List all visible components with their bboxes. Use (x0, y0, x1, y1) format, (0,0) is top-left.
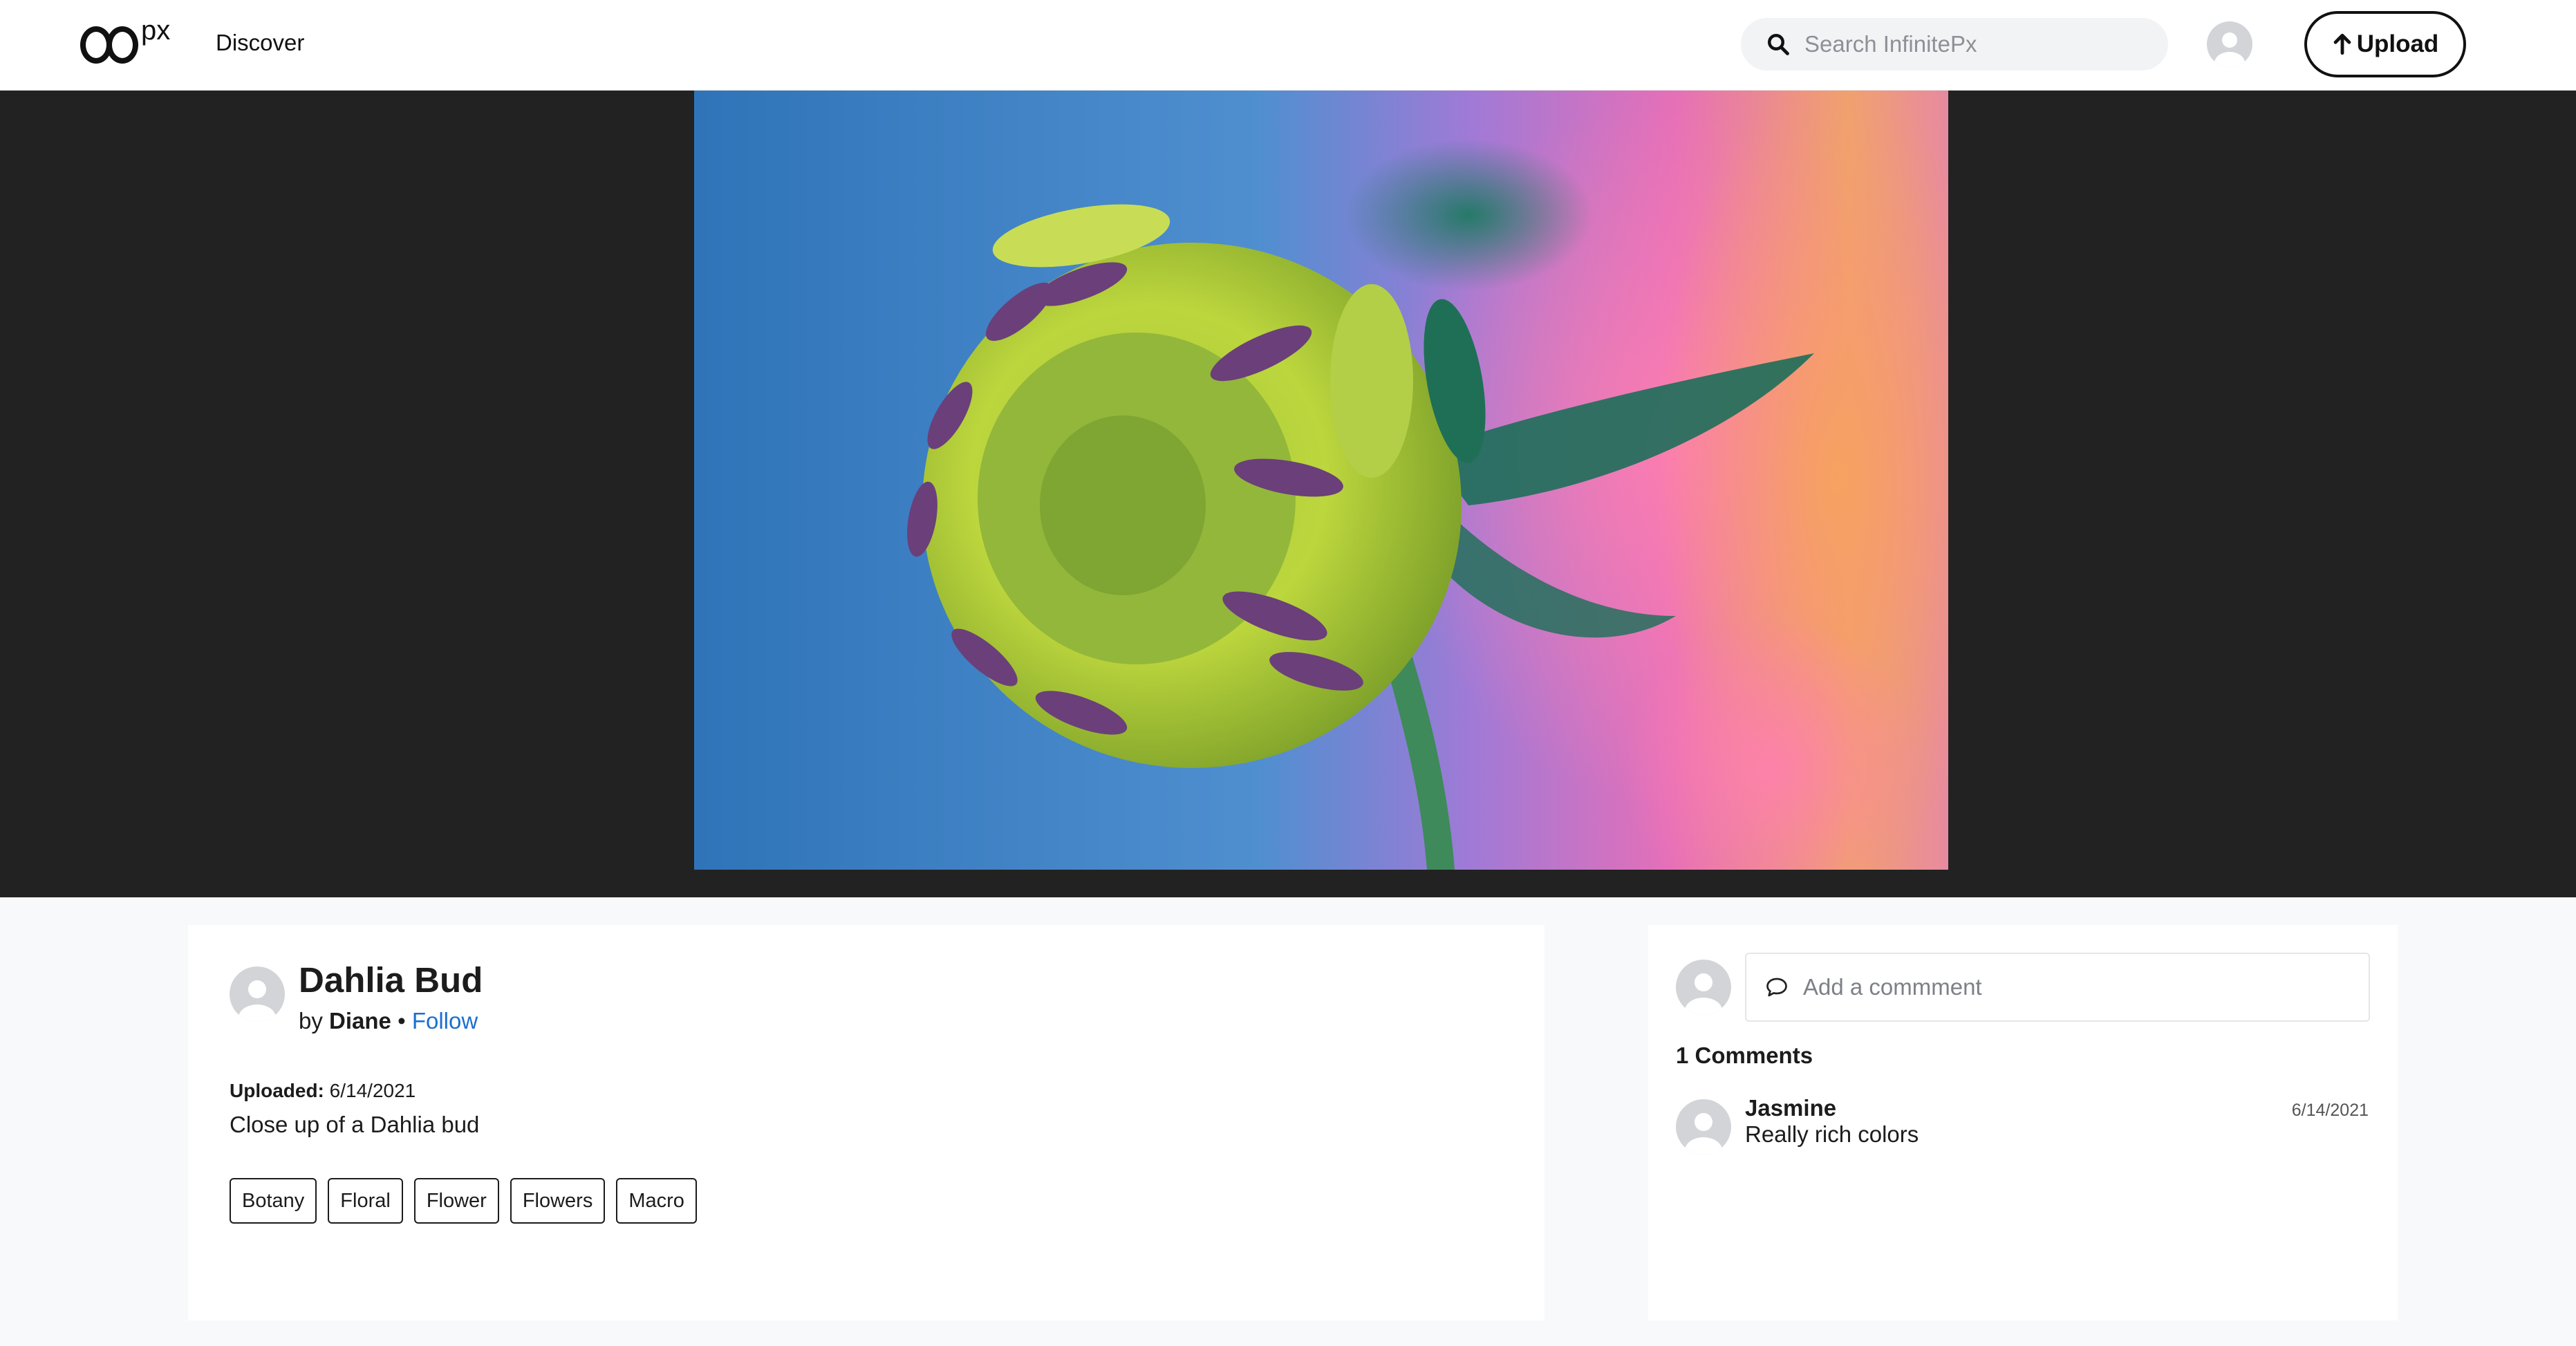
upload-button[interactable]: Upload (2304, 11, 2466, 77)
comment-author[interactable]: Jasmine (1745, 1095, 1836, 1121)
speech-bubble-icon (1766, 978, 1787, 997)
tag-flower[interactable]: Flower (413, 1178, 499, 1224)
comments-panel: 1 Comments Jasmine Really rich colors 6/… (1648, 925, 2398, 1320)
uploaded-date-value: 6/14/2021 (329, 1080, 416, 1101)
comment-input[interactable] (1803, 974, 2342, 1000)
user-silhouette-icon (2214, 32, 2245, 67)
search-bar[interactable] (1741, 18, 2168, 71)
infinity-logo-icon (80, 26, 138, 64)
tag-botany[interactable]: Botany (230, 1178, 317, 1224)
user-avatar[interactable] (2207, 21, 2252, 67)
tag-list: Botany Floral Flower Flowers Macro (230, 1178, 697, 1224)
comment-text: Really rich colors (1745, 1121, 1919, 1147)
byline-separator: • (398, 1008, 406, 1034)
comments-count: 1 Comments (1676, 1043, 1813, 1068)
search-input[interactable] (1804, 31, 2136, 57)
logo-text: px (141, 15, 171, 46)
author-name[interactable]: Diane (329, 1008, 391, 1034)
arrow-up-icon (2333, 33, 2351, 55)
photo-info-card: Dahlia Bud by Diane • Follow Uploaded: 6… (188, 925, 1544, 1320)
commenter-avatar[interactable] (1676, 1099, 1731, 1155)
comment-box[interactable] (1745, 953, 2370, 1022)
infinitepx-logo[interactable]: px (80, 17, 177, 65)
upload-date: Uploaded: 6/14/2021 (230, 1078, 416, 1103)
tag-macro[interactable]: Macro (616, 1178, 697, 1224)
current-user-avatar (1676, 960, 1731, 1015)
dahlia-bud-photo (694, 91, 1948, 870)
comment-date: 6/14/2021 (2291, 1101, 2369, 1120)
photo-viewer (0, 91, 2576, 897)
main-photo[interactable] (694, 91, 1948, 870)
upload-label: Upload (2356, 30, 2439, 57)
byline-prefix: by (299, 1008, 323, 1034)
user-silhouette-icon (1685, 1113, 1722, 1155)
tag-floral[interactable]: Floral (328, 1178, 403, 1224)
author-avatar[interactable] (230, 966, 285, 1022)
byline: by Diane • Follow (299, 1007, 478, 1036)
photo-title: Dahlia Bud (299, 960, 483, 1000)
follow-link[interactable]: Follow (412, 1008, 478, 1034)
nav-discover-link[interactable]: Discover (216, 28, 304, 58)
uploaded-label: Uploaded: (230, 1080, 324, 1101)
user-silhouette-icon (239, 980, 276, 1022)
search-icon (1768, 34, 1789, 55)
top-navigation: px Discover Upload (0, 0, 2576, 91)
user-silhouette-icon (1685, 973, 1722, 1015)
photo-description: Close up of a Dahlia bud (230, 1112, 480, 1137)
tag-flowers[interactable]: Flowers (510, 1178, 606, 1224)
